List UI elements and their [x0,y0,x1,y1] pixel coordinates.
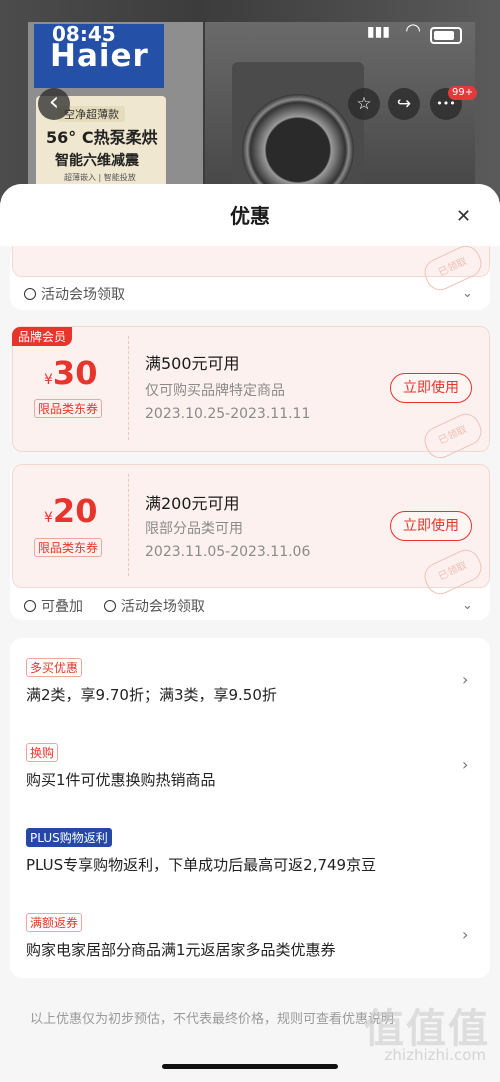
plus-tag: PLUS购物返利 [26,828,112,847]
coupon-divider [128,336,129,440]
offer-text: 满2类，享9.70折；满3类，享9.50折 [26,686,277,704]
category-tag: 限品类东券 [34,399,103,418]
coupon-amount: ¥20 [44,492,97,530]
venue-label: 活动会场领取 [120,599,205,615]
currency-symbol: ¥ [44,372,53,388]
chevron-down-icon[interactable]: ⌄ [462,286,473,301]
venue-icon [103,600,116,612]
offer-row[interactable] [10,729,490,807]
offer-tag: 满额返券 [26,913,83,932]
offer-row[interactable] [10,899,490,977]
promo-line-1: 56° C热泵柔烘 [46,128,158,147]
coupon-condition: 满200元可用 [145,494,240,513]
offer-text: 购家电家居部分商品满1元返居家多品类优惠券 [26,941,336,959]
message-badge: 99+ [448,86,478,100]
home-indicator[interactable] [162,1064,338,1069]
close-icon[interactable]: ✕ [456,206,471,227]
status-time: 08:45 [52,22,116,46]
chevron-right-icon: › [462,755,469,774]
stackable-label: 可叠加 [41,599,83,615]
battery-icon [430,27,462,44]
offer-row[interactable] [10,644,490,722]
coupon-divider [128,474,129,576]
category-tag: 限品类东券 [34,538,103,557]
back-button[interactable]: ‹ [38,88,70,120]
wifi-icon: ◠ [406,20,420,41]
stack-icon [24,600,36,612]
coupon-date: 2023.10.25-2023.11.11 [145,406,311,422]
coupon-desc: 仅可购买品牌特定商品 [145,383,285,399]
coupon-date: 2023.11.05-2023.11.06 [145,544,311,560]
use-now-button[interactable]: 立即使用 [390,373,472,403]
use-now-button[interactable]: 立即使用 [390,511,472,541]
offer-text: PLUS专享购物返利，下单成功后最高可返2,749京豆 [26,856,377,874]
chevron-down-icon[interactable]: ⌄ [462,598,473,613]
offers-sheet: 优惠 ✕ 已领取 活动会场领取 ⌄ 品牌会员 ¥30 限品类东券 满500元可用… [0,184,500,1082]
amount-value: 20 [52,492,98,530]
coupon-top-footer[interactable]: 活动会场领取 [24,284,125,304]
coupon-footer[interactable]: 可叠加 活动会场领取 [24,596,205,616]
coupon-desc: 限部分品类可用 [145,521,243,537]
coupon-amount: ¥30 [44,354,97,392]
promo-line-3: 超薄嵌入 | 智能投放 [64,173,136,182]
favorite-star-icon[interactable]: ☆ [348,88,380,120]
venue-icon [24,288,36,300]
share-icon[interactable]: ↪ [388,88,420,120]
chevron-right-icon: › [462,925,469,944]
amount-value: 30 [52,354,98,392]
coupon-top-partial [12,246,490,277]
signal-icon: ▮▮▮ [366,24,390,40]
offer-tag: 换购 [26,743,59,762]
member-tag: 品牌会员 [12,327,73,346]
venue-label: 活动会场领取 [41,287,125,303]
watermark-url: zhizhizhi.com [384,1046,486,1064]
sheet-title: 优惠 [230,204,270,228]
promo-line-2: 智能六维减震 [55,153,139,169]
offer-text: 购买1件可优惠换购热销商品 [26,771,216,789]
currency-symbol: ¥ [44,510,53,526]
coupon-condition: 满500元可用 [145,354,240,373]
chevron-right-icon: › [462,670,469,689]
offer-tag: 多买优惠 [26,658,83,677]
